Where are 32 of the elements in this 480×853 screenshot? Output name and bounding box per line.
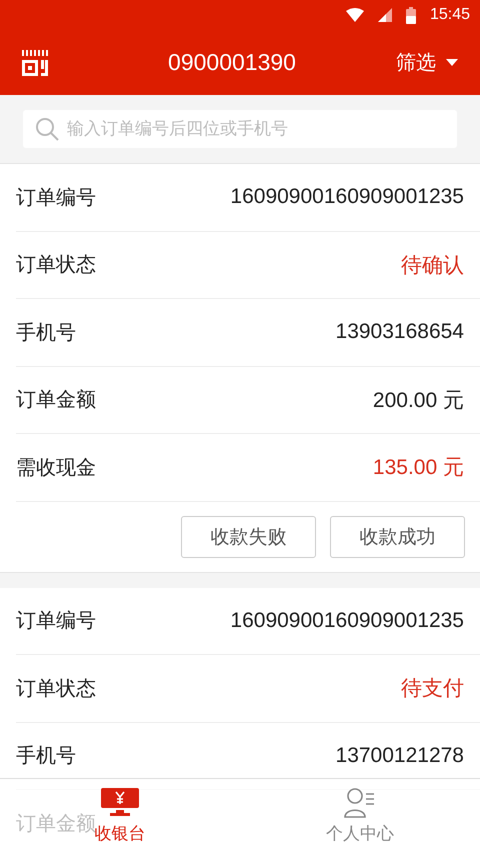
scan-button[interactable] [22,50,48,76]
nav-tab[interactable]: 个人中心 [240,779,480,853]
status-time: 15:45 [430,6,470,24]
field-value: 13700121278 [336,744,464,768]
field-label: 订单金额 [16,810,96,835]
field-label: 手机号 [16,318,76,346]
filter-button[interactable]: 筛选 [396,49,458,76]
action-button[interactable]: 收款失败 [181,516,316,558]
field-value: 待支付 [401,676,464,702]
field-value: 13903168654 [336,320,464,344]
field-label: 订单状态 [16,251,96,278]
signal-icon [378,8,392,22]
battery-icon [406,6,416,24]
field-label: 订单金额 [16,386,96,414]
field-label: 订单状态 [16,674,96,702]
header-title: 0900001390 [167,49,297,76]
wifi-icon [346,8,364,22]
field-label: 订单编号 [16,607,96,634]
field-value: 16090900160909001235 [230,185,464,210]
field-label: 需收现金 [16,454,96,481]
action-button[interactable]: 收款成功 [330,516,465,558]
search-field[interactable]: 输入订单编号后四位或手机号 [23,110,457,148]
caret-icon [446,59,458,66]
field-value: 135.00 元 [372,455,464,482]
monitor-icon [101,788,139,818]
field-label: 手机号 [16,742,76,770]
barcode-icon [22,50,48,76]
field-label: 订单编号 [16,184,96,211]
field-value: 200.00 元 [372,388,464,414]
field-value: 待确认 [401,252,464,279]
user-list-icon [344,788,376,818]
field-value: 16090900160909001235 [230,608,464,633]
